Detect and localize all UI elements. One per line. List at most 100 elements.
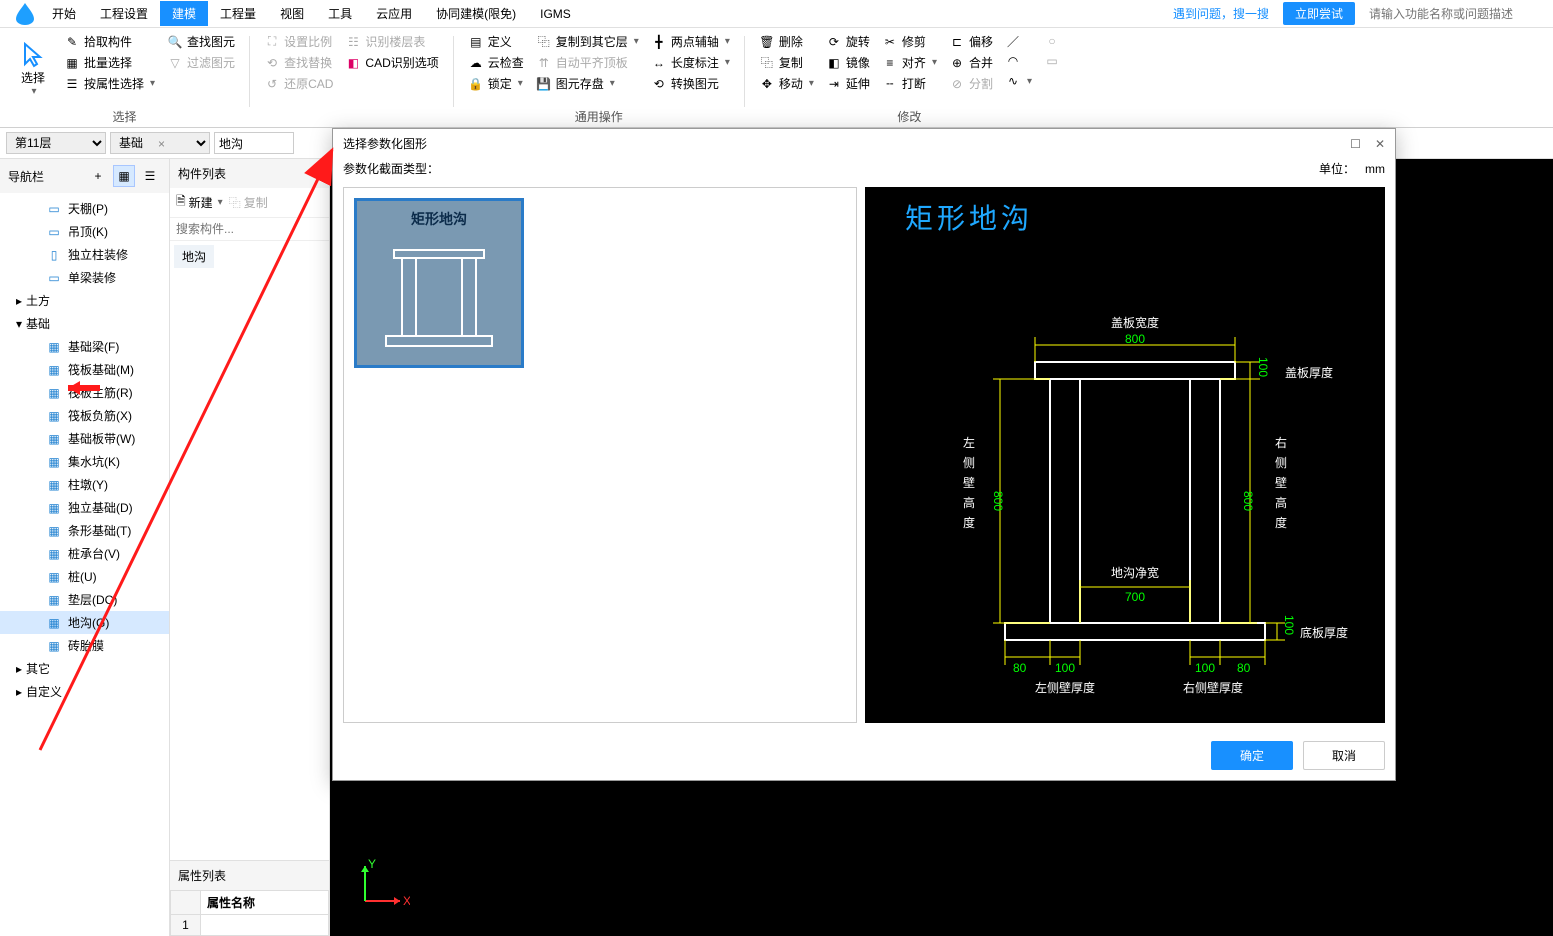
menu-tool[interactable]: 工具: [316, 1, 364, 26]
filter-icon: ▽: [167, 55, 183, 71]
unit-value: mm: [1365, 162, 1385, 176]
menu-project[interactable]: 工程设置: [88, 1, 160, 26]
nav-item-foundation-12[interactable]: ▦地沟(G): [0, 611, 169, 634]
nav-item-foundation-3[interactable]: ▦筏板负筋(X): [0, 404, 169, 427]
nav-item-foundation-4[interactable]: ▦基础板带(W): [0, 427, 169, 450]
arc-tool[interactable]: ◠: [1001, 52, 1036, 70]
nav-grid-view-icon[interactable]: ▦: [113, 165, 135, 187]
ok-button[interactable]: 确定: [1211, 741, 1293, 770]
two-point-axis[interactable]: ╋两点辅轴▾: [647, 32, 734, 51]
nav-item-foundation-5[interactable]: ▦集水坑(K): [0, 450, 169, 473]
cad-options[interactable]: ◧CAD识别选项: [341, 53, 442, 72]
trim-btn[interactable]: ✂修剪: [878, 32, 941, 51]
floor-select[interactable]: 第11层: [6, 132, 106, 154]
nav-item-beam-deco[interactable]: ▭单梁装修: [0, 266, 169, 289]
menu-cloud[interactable]: 云应用: [364, 1, 424, 26]
nav-item-foundation-7[interactable]: ▦独立基础(D): [0, 496, 169, 519]
menu-view[interactable]: 视图: [268, 1, 316, 26]
dialog-close-icon[interactable]: ✕: [1375, 137, 1385, 151]
preview-title: 矩形地沟: [905, 197, 1033, 237]
type-input[interactable]: [214, 132, 294, 154]
svg-text:100: 100: [1256, 357, 1270, 377]
nav-add-icon[interactable]: +: [87, 165, 109, 187]
svg-text:100: 100: [1055, 661, 1075, 675]
nav-item-foundation-2[interactable]: ▦筏板主筋(R): [0, 381, 169, 404]
select-button[interactable]: 选择 ▾: [10, 32, 56, 106]
new-component-button[interactable]: 🗎新建▾: [176, 192, 223, 213]
mirror-btn[interactable]: ◧镜像: [822, 53, 874, 72]
foundation-icon: ▦: [46, 500, 62, 516]
align-btn[interactable]: ≡对齐▾: [878, 53, 941, 72]
component-item-trench[interactable]: 地沟: [174, 245, 214, 268]
dialog-maximize-icon[interactable]: ☐: [1350, 137, 1361, 151]
copy-to-floor[interactable]: ⿻复制到其它层▾: [532, 32, 643, 51]
line-tool[interactable]: ／: [1001, 32, 1036, 50]
nav-root-other[interactable]: ▸其它: [0, 657, 169, 680]
nav-root-earthwork[interactable]: ▸土方: [0, 289, 169, 312]
try-now-button[interactable]: 立即尝试: [1283, 2, 1355, 25]
nav-item-foundation-6[interactable]: ▦柱墩(Y): [0, 473, 169, 496]
nav-item-col-deco[interactable]: ▯独立柱装修: [0, 243, 169, 266]
help-link[interactable]: 遇到问题，搜一搜: [1167, 2, 1275, 25]
length-dim[interactable]: ↔长度标注▾: [647, 53, 734, 72]
shape-type-list[interactable]: 矩形地沟: [343, 187, 857, 723]
pick-component[interactable]: ✎拾取构件: [60, 32, 159, 51]
curve-tool[interactable]: ∿▾: [1001, 72, 1036, 90]
cloud-check[interactable]: ☁云检查: [464, 53, 528, 72]
nav-root-custom[interactable]: ▸自定义: [0, 680, 169, 703]
delete-btn[interactable]: 🗑删除: [755, 32, 818, 51]
circle-tool: ○: [1040, 32, 1064, 50]
function-search-input[interactable]: [1363, 4, 1543, 24]
nav-item-ceiling[interactable]: ▭天棚(P): [0, 197, 169, 220]
merge-icon: ⊕: [949, 55, 965, 71]
nav-item-foundation-0[interactable]: ▦基础梁(F): [0, 335, 169, 358]
copy-btn[interactable]: ⿻复制: [755, 53, 818, 72]
nav-item-foundation-11[interactable]: ▦垫层(DC): [0, 588, 169, 611]
nav-item-suspend[interactable]: ▭吊顶(K): [0, 220, 169, 243]
find-element[interactable]: 🔍查找图元: [163, 32, 239, 51]
define-btn[interactable]: ▤定义: [464, 32, 528, 51]
shape-card-rect-trench[interactable]: 矩形地沟: [354, 198, 524, 368]
app-logo[interactable]: [10, 4, 40, 24]
nav-tree[interactable]: ▭天棚(P) ▭吊顶(K) ▯独立柱装修 ▭单梁装修 ▸土方 ▾基础 ▦基础梁(…: [0, 193, 169, 936]
svg-text:800: 800: [1125, 332, 1145, 346]
trim-icon: ✂: [882, 34, 898, 50]
nav-item-foundation-13[interactable]: ▦砖胎膜: [0, 634, 169, 657]
menu-start[interactable]: 开始: [40, 1, 88, 26]
component-search-input[interactable]: [170, 218, 329, 241]
nav-list-view-icon[interactable]: ☰: [139, 165, 161, 187]
foundation-icon: ▦: [46, 454, 62, 470]
nav-root-foundation[interactable]: ▾基础: [0, 312, 169, 335]
attr-select[interactable]: ☰按属性选择▾: [60, 74, 159, 93]
beam-icon: ▭: [46, 270, 62, 286]
menu-collab[interactable]: 协同建模(限免): [424, 1, 528, 26]
save-element[interactable]: 💾图元存盘▾: [532, 74, 643, 93]
property-table[interactable]: 属性名称 1: [170, 890, 329, 936]
break-btn[interactable]: ╌打断: [878, 74, 941, 93]
menu-model[interactable]: 建模: [160, 1, 208, 26]
offset-btn[interactable]: ⊏偏移: [945, 32, 997, 51]
nav-item-foundation-8[interactable]: ▦条形基础(T): [0, 519, 169, 542]
restore-cad: ↺还原CAD: [260, 74, 337, 93]
menu-igms[interactable]: IGMS: [528, 3, 583, 25]
lock-btn[interactable]: 🔒锁定▾: [464, 74, 528, 93]
batch-select[interactable]: ▦批量选择: [60, 53, 159, 72]
suspend-icon: ▭: [46, 224, 62, 240]
nav-item-foundation-1[interactable]: ▦筏板基础(M): [0, 358, 169, 381]
layer-detect: ☷识别楼层表: [341, 32, 442, 51]
rotate-btn[interactable]: ⟳旋转: [822, 32, 874, 51]
nav-close-icon[interactable]: ×: [158, 137, 165, 151]
extend-btn[interactable]: ⇥延伸: [822, 74, 874, 93]
svg-text:度: 度: [963, 515, 975, 530]
merge-btn[interactable]: ⊕合并: [945, 53, 997, 72]
rect-icon: ▭: [1044, 53, 1060, 69]
move-btn[interactable]: ✥移动▾: [755, 74, 818, 93]
line-icon: ／: [1005, 33, 1021, 49]
menu-qty[interactable]: 工程量: [208, 1, 268, 26]
cancel-button[interactable]: 取消: [1303, 741, 1385, 770]
nav-item-foundation-9[interactable]: ▦桩承台(V): [0, 542, 169, 565]
nav-item-foundation-10[interactable]: ▦桩(U): [0, 565, 169, 588]
svg-text:700: 700: [1125, 590, 1145, 604]
shape-card-label: 矩形地沟: [411, 209, 467, 229]
convert-element[interactable]: ⟲转换图元: [647, 74, 734, 93]
